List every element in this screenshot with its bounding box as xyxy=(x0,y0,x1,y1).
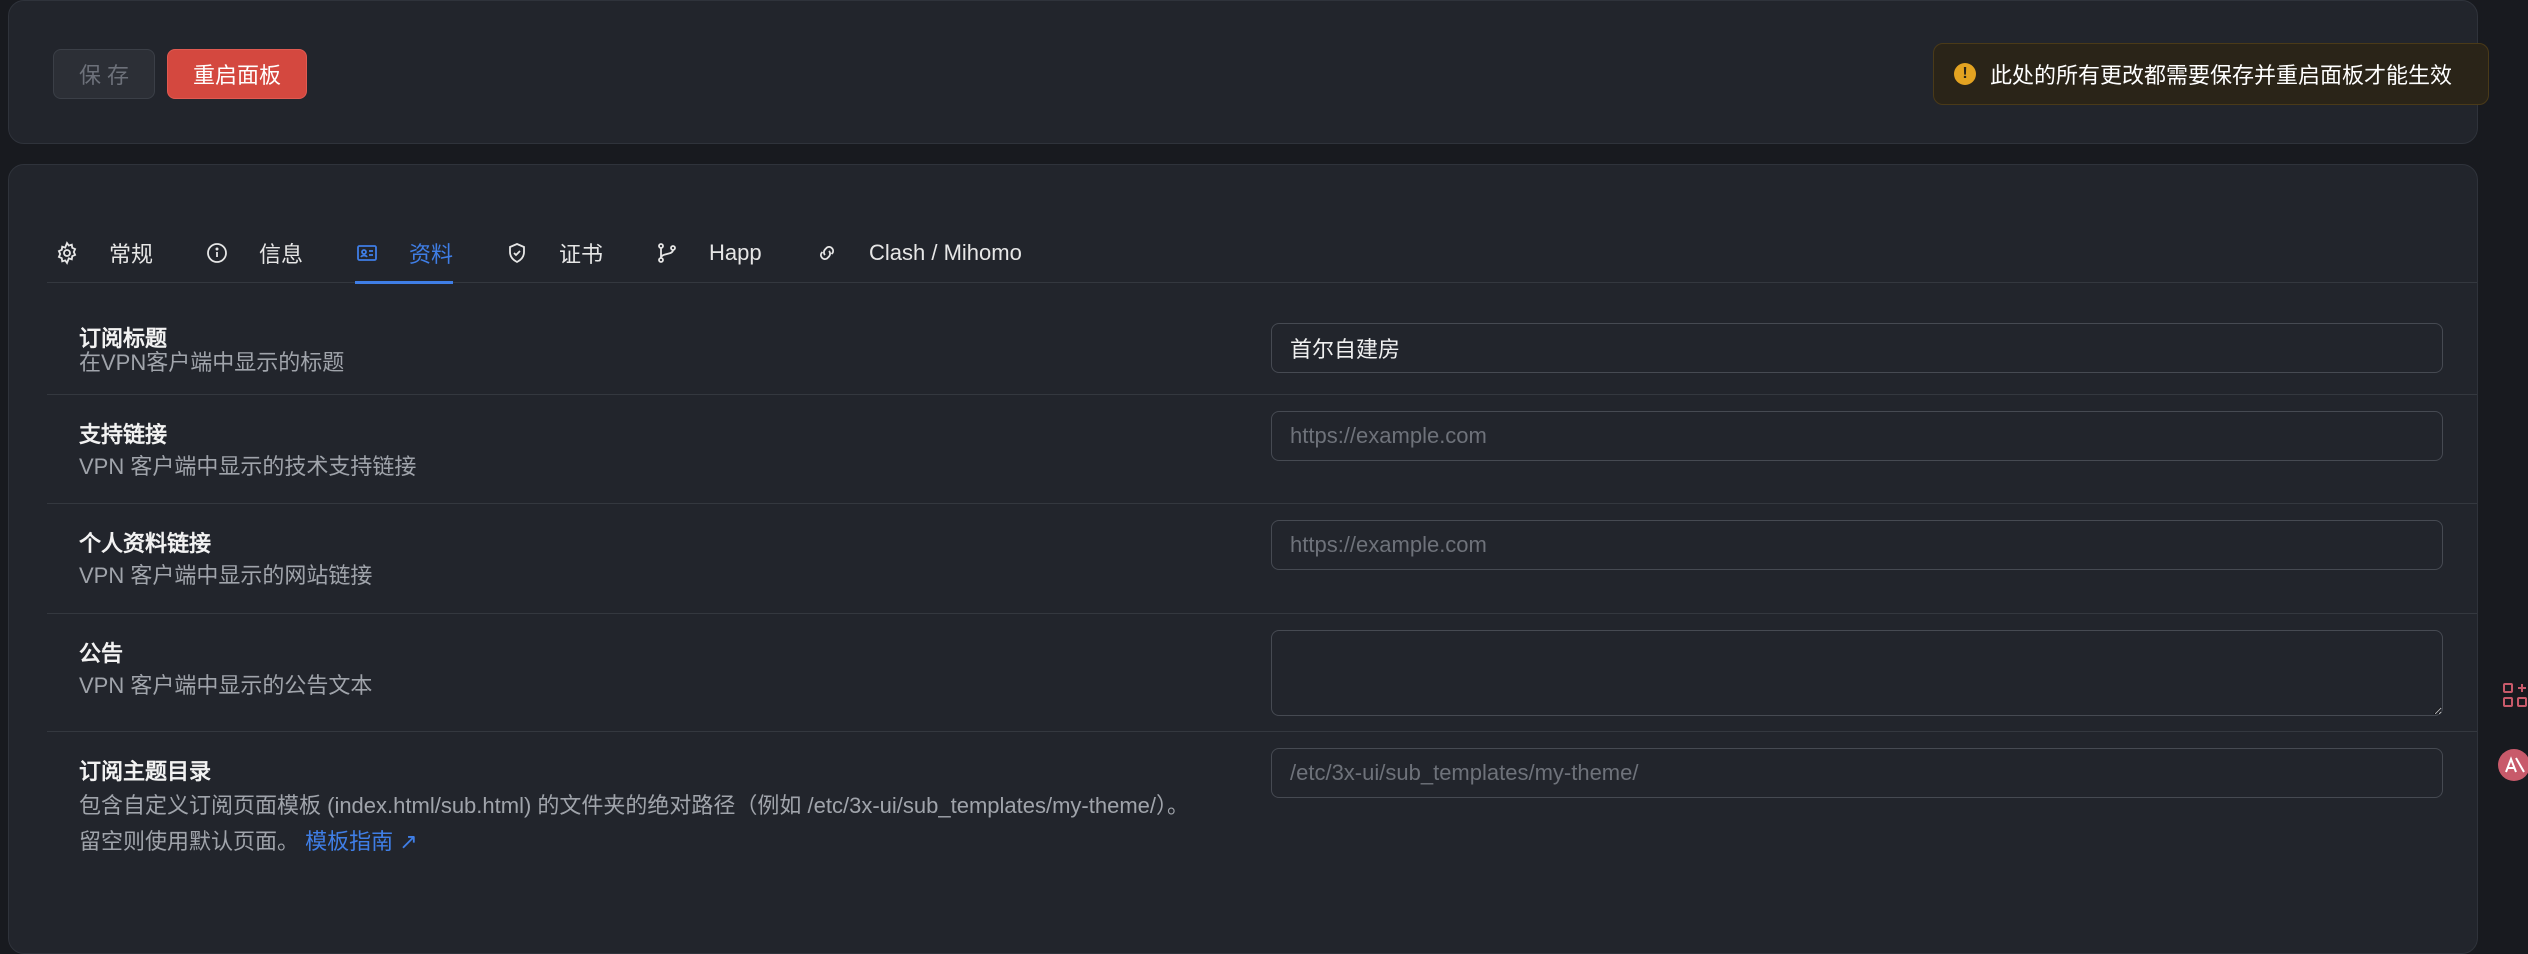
tab-label: Clash / Mihomo xyxy=(869,240,1022,265)
tab-info[interactable]: 信息 xyxy=(205,223,303,283)
description-line: 包含自定义订阅页面模板 (index.html/sub.html) 的文件夹的绝… xyxy=(79,793,1189,818)
tab-happ[interactable]: Happ xyxy=(655,223,762,283)
tab-label: Happ xyxy=(709,240,762,265)
id-card-icon xyxy=(357,245,377,261)
apps-icon[interactable] xyxy=(2494,678,2528,712)
shield-icon xyxy=(509,243,525,264)
field-title: 支持链接 xyxy=(79,422,168,447)
tab-bar: 常规 信息 资料 证书 Happ Clash / Mihomo xyxy=(47,223,2477,284)
field-description: 在VPN客户端中显示的标题 xyxy=(79,350,345,375)
field-title: 订阅主题目录 xyxy=(79,759,212,784)
action-bar: 保存 重启面板 ! 此处的所有更改都需要保存并重启面板才能生效 xyxy=(8,0,2489,144)
profile-link-input[interactable] xyxy=(1271,520,2443,570)
field-description: VPN 客户端中显示的公告文本 xyxy=(79,673,373,698)
field-description: VPN 客户端中显示的网站链接 xyxy=(79,563,373,588)
restart-notice: ! 此处的所有更改都需要保存并重启面板才能生效 xyxy=(1933,43,2489,105)
description-line: 留空则使用默认页面。 模板指南 ↗ xyxy=(79,824,1189,860)
subscription-title-input[interactable] xyxy=(1271,323,2443,373)
field-title: 公告 xyxy=(79,641,124,666)
restart-panel-button[interactable]: 重启面板 xyxy=(167,49,307,99)
field-description: 包含自定义订阅页面模板 (index.html/sub.html) 的文件夹的绝… xyxy=(79,788,1189,860)
tab-profile[interactable]: 资料 xyxy=(355,223,454,284)
notice-text: 此处的所有更改都需要保存并重启面板才能生效 xyxy=(1990,63,2453,88)
tab-certificate[interactable]: 证书 xyxy=(505,223,603,283)
profile-link-row: 个人资料链接 VPN 客户端中显示的网站链接 xyxy=(47,504,2477,614)
settings-panel: 常规 信息 资料 证书 Happ Clash / Mihomo 订阅标题 在VP… xyxy=(8,164,2478,954)
announcement-row: 公告 VPN 客户端中显示的公告文本 xyxy=(47,614,2477,732)
tab-label: 资料 xyxy=(409,242,454,267)
gear-icon xyxy=(57,241,77,265)
warning-icon: ! xyxy=(1954,63,1976,85)
link-icon xyxy=(820,246,834,260)
translate-icon[interactable] xyxy=(2494,748,2528,782)
support-link-input[interactable] xyxy=(1271,411,2443,461)
tab-label: 信息 xyxy=(259,242,304,267)
support-link-row: 支持链接 VPN 客户端中显示的技术支持链接 xyxy=(47,395,2477,504)
tab-general[interactable]: 常规 xyxy=(55,223,153,283)
description-text: 留空则使用默认页面。 xyxy=(79,829,300,854)
theme-directory-input[interactable] xyxy=(1271,748,2443,798)
branch-icon xyxy=(658,243,676,263)
template-guide-link[interactable]: 模板指南 ↗ xyxy=(305,829,418,854)
field-title: 个人资料链接 xyxy=(79,531,212,556)
save-button[interactable]: 保存 xyxy=(53,49,155,99)
tab-label: 证书 xyxy=(559,242,604,267)
theme-directory-row: 订阅主题目录 包含自定义订阅页面模板 (index.html/sub.html)… xyxy=(47,732,2477,872)
tab-label: 常规 xyxy=(109,242,154,267)
tab-clash-mihomo[interactable]: Clash / Mihomo xyxy=(815,223,1022,283)
announcement-textarea[interactable] xyxy=(1271,630,2443,716)
subscription-title-row: 订阅标题 在VPN客户端中显示的标题 xyxy=(47,285,2477,395)
field-description: VPN 客户端中显示的技术支持链接 xyxy=(79,454,417,479)
info-icon xyxy=(207,243,227,263)
